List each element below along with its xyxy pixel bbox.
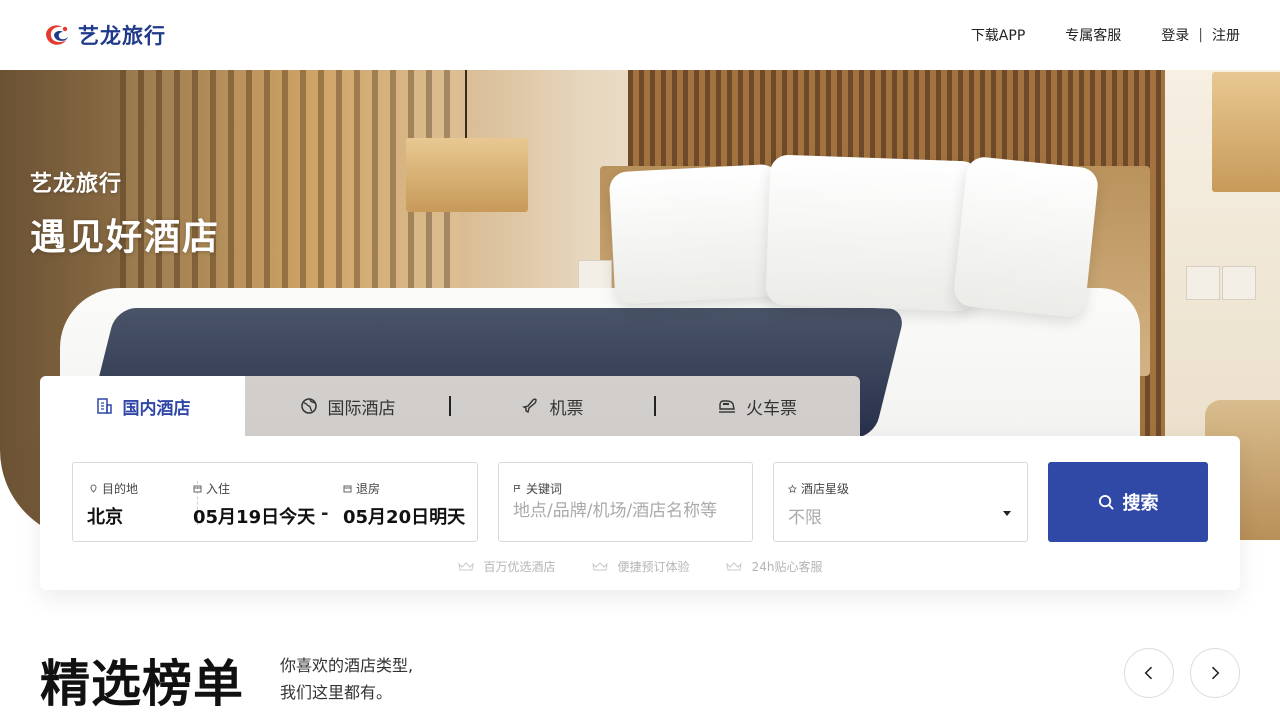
checkout-label: 退房	[343, 480, 380, 497]
tab-flights[interactable]: 机票	[449, 376, 655, 436]
feature-badge-icon	[725, 561, 742, 570]
pillow	[952, 155, 1100, 319]
tab-divider	[449, 396, 451, 416]
tab-divider	[654, 396, 656, 416]
ranking-title: 精选榜单	[40, 655, 244, 713]
star-rating-field[interactable]: 酒店星级 不限	[773, 462, 1028, 542]
hero-title: 遇见好酒店	[30, 217, 221, 258]
airplane-icon	[521, 397, 540, 415]
tab-domestic-hotel[interactable]: 国内酒店	[40, 376, 245, 436]
calendar-icon	[343, 484, 352, 493]
login-link[interactable]: 登录	[1161, 25, 1189, 45]
pendant-lamp-left	[406, 138, 528, 212]
destination-date-field: 目的地 北京 入住 05月19日今天 - 退房 05月20日明天	[72, 462, 478, 542]
keyword-input[interactable]	[513, 501, 743, 521]
date-separator: -	[321, 503, 329, 524]
brand-logo[interactable]: 艺龙旅行	[40, 20, 166, 50]
feature-badge-icon	[457, 561, 474, 570]
prev-button[interactable]	[1124, 648, 1174, 698]
location-pin-icon	[89, 484, 98, 493]
feature-item: 百万优选酒店	[457, 558, 556, 575]
search-icon	[1098, 494, 1114, 510]
tab-international-hotel[interactable]: 国际酒店	[245, 376, 450, 436]
top-header: 艺龙旅行 下载APP 专属客服 登录 | 注册	[0, 0, 1280, 70]
hero-subtitle: 艺龙旅行	[30, 172, 123, 197]
star-rating-label: 酒店星级	[788, 480, 849, 497]
keyword-label: 关键词	[513, 480, 562, 497]
chevron-right-icon	[1211, 666, 1220, 680]
feature-item: 24h贴心客服	[725, 558, 822, 575]
tab-train[interactable]: 火车票	[654, 376, 860, 436]
logo-text: 艺龙旅行	[78, 24, 166, 48]
next-button[interactable]	[1190, 648, 1240, 698]
tab-label: 火车票	[746, 398, 797, 419]
train-icon	[718, 397, 736, 415]
keyword-field: 关键词	[498, 462, 753, 542]
search-panel: 目的地 北京 入住 05月19日今天 - 退房 05月20日明天 关键词 酒店星…	[40, 436, 1240, 590]
star-icon	[788, 484, 797, 494]
logo-swirl-icon	[46, 25, 68, 45]
flag-icon	[513, 484, 522, 493]
calendar-icon	[193, 484, 202, 493]
product-tabs: 国内酒店 国际酒店 机票 火车票	[40, 376, 860, 436]
globe-icon	[300, 397, 318, 415]
destination-value[interactable]: 北京	[87, 503, 123, 529]
star-rating-value[interactable]: 不限	[788, 503, 1018, 528]
service-features: 百万优选酒店 便捷预订体验 24h贴心客服	[40, 558, 1240, 575]
checkin-date[interactable]: 05月19日今天	[193, 503, 315, 529]
tab-label: 机票	[549, 398, 584, 419]
search-button-label: 搜索	[1122, 493, 1159, 514]
checkout-date[interactable]: 05月20日明天	[343, 503, 465, 529]
checkin-label: 入住	[193, 480, 230, 497]
building-icon	[95, 397, 113, 415]
destination-label: 目的地	[89, 480, 138, 497]
register-link[interactable]: 注册	[1212, 25, 1240, 45]
auth-separator: |	[1198, 27, 1203, 43]
chevron-down-icon[interactable]	[1003, 511, 1011, 516]
ranking-description: 你喜欢的酒店类型, 我们这里都有。	[280, 656, 414, 702]
chevron-left-icon	[1144, 666, 1153, 680]
auth-links: 登录 | 注册	[1161, 25, 1240, 45]
download-app-link[interactable]: 下载APP	[971, 25, 1025, 45]
customer-service-link[interactable]: 专属客服	[1065, 25, 1121, 45]
header-links: 下载APP 专属客服 登录 | 注册	[931, 25, 1240, 45]
tab-label: 国内酒店	[122, 398, 191, 419]
pillow	[608, 163, 786, 305]
feature-item: 便捷预订体验	[591, 558, 690, 575]
tab-label: 国际酒店	[327, 398, 396, 419]
pendant-lamp-right	[1212, 72, 1280, 192]
pillow	[765, 154, 981, 312]
search-button[interactable]: 搜索	[1048, 462, 1208, 542]
feature-badge-icon	[591, 561, 608, 570]
